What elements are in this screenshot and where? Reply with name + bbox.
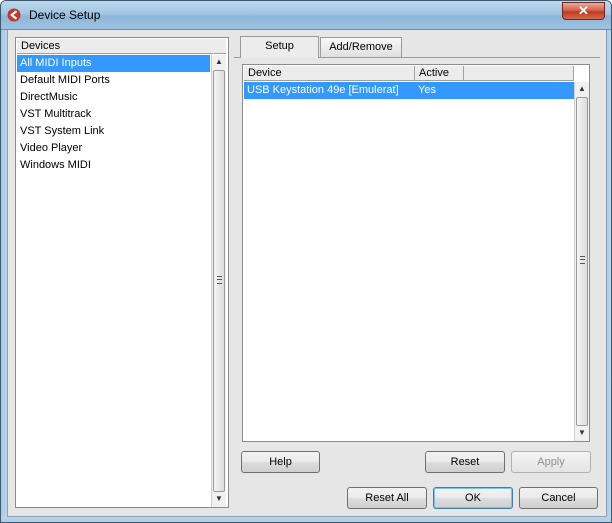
cubase-logo-icon bbox=[7, 8, 21, 22]
device-item-vst-multitrack[interactable]: VST Multitrack bbox=[17, 106, 210, 123]
column-header-filler bbox=[464, 66, 574, 81]
help-button[interactable]: Help bbox=[241, 451, 320, 473]
arrow-up-icon[interactable]: ▲ bbox=[212, 55, 226, 69]
ok-button[interactable]: OK bbox=[433, 487, 513, 509]
device-item-all-midi-inputs[interactable]: All MIDI Inputs bbox=[17, 55, 210, 72]
scroll-grip-icon bbox=[580, 256, 585, 264]
cancel-button[interactable]: Cancel bbox=[519, 487, 598, 509]
arrow-down-icon[interactable]: ▼ bbox=[212, 492, 226, 506]
table-cell-device: USB Keystation 49e [Emulerat] bbox=[247, 84, 399, 96]
tab-add-remove[interactable]: Add/Remove bbox=[320, 37, 402, 57]
table-scroll-thumb[interactable] bbox=[576, 97, 588, 426]
device-setup-window: Device Setup ✕ Devices All MIDI Inputs D… bbox=[0, 0, 612, 523]
window-frame-bottom bbox=[1, 516, 611, 522]
table-row[interactable]: USB Keystation 49e [Emulerat] Yes bbox=[244, 82, 574, 99]
device-table[interactable]: Device Active USB Keystation 49e [Emuler… bbox=[242, 64, 590, 442]
device-item-default-midi-ports[interactable]: Default MIDI Ports bbox=[17, 72, 210, 89]
device-item-video-player[interactable]: Video Player bbox=[17, 140, 210, 157]
close-button[interactable]: ✕ bbox=[562, 2, 605, 20]
reset-button[interactable]: Reset bbox=[425, 451, 505, 473]
devices-list[interactable]: Devices All MIDI Inputs Default MIDI Por… bbox=[15, 37, 229, 508]
title-bar[interactable]: Device Setup ✕ bbox=[1, 1, 611, 30]
apply-button[interactable]: Apply bbox=[511, 451, 591, 473]
window-title: Device Setup bbox=[29, 8, 101, 22]
devices-scroll-thumb[interactable] bbox=[213, 70, 225, 492]
arrow-up-icon[interactable]: ▲ bbox=[575, 82, 589, 96]
column-header-active[interactable]: Active bbox=[415, 66, 464, 81]
close-icon: ✕ bbox=[578, 3, 589, 18]
devices-scrollbar[interactable]: ▲ ▼ bbox=[211, 55, 226, 507]
device-item-windows-midi[interactable]: Windows MIDI bbox=[17, 157, 210, 174]
scroll-grip-icon bbox=[217, 276, 222, 284]
device-item-vst-system-link[interactable]: VST System Link bbox=[17, 123, 210, 140]
devices-list-header[interactable]: Devices bbox=[17, 39, 226, 54]
column-header-device[interactable]: Device bbox=[244, 66, 415, 81]
tab-setup[interactable]: Setup bbox=[240, 36, 319, 58]
arrow-down-icon[interactable]: ▼ bbox=[575, 426, 589, 440]
table-scrollbar[interactable]: ▲ ▼ bbox=[574, 82, 589, 441]
device-item-directmusic[interactable]: DirectMusic bbox=[17, 89, 210, 106]
table-cell-active: Yes bbox=[418, 84, 436, 96]
reset-all-button[interactable]: Reset All bbox=[347, 487, 427, 509]
